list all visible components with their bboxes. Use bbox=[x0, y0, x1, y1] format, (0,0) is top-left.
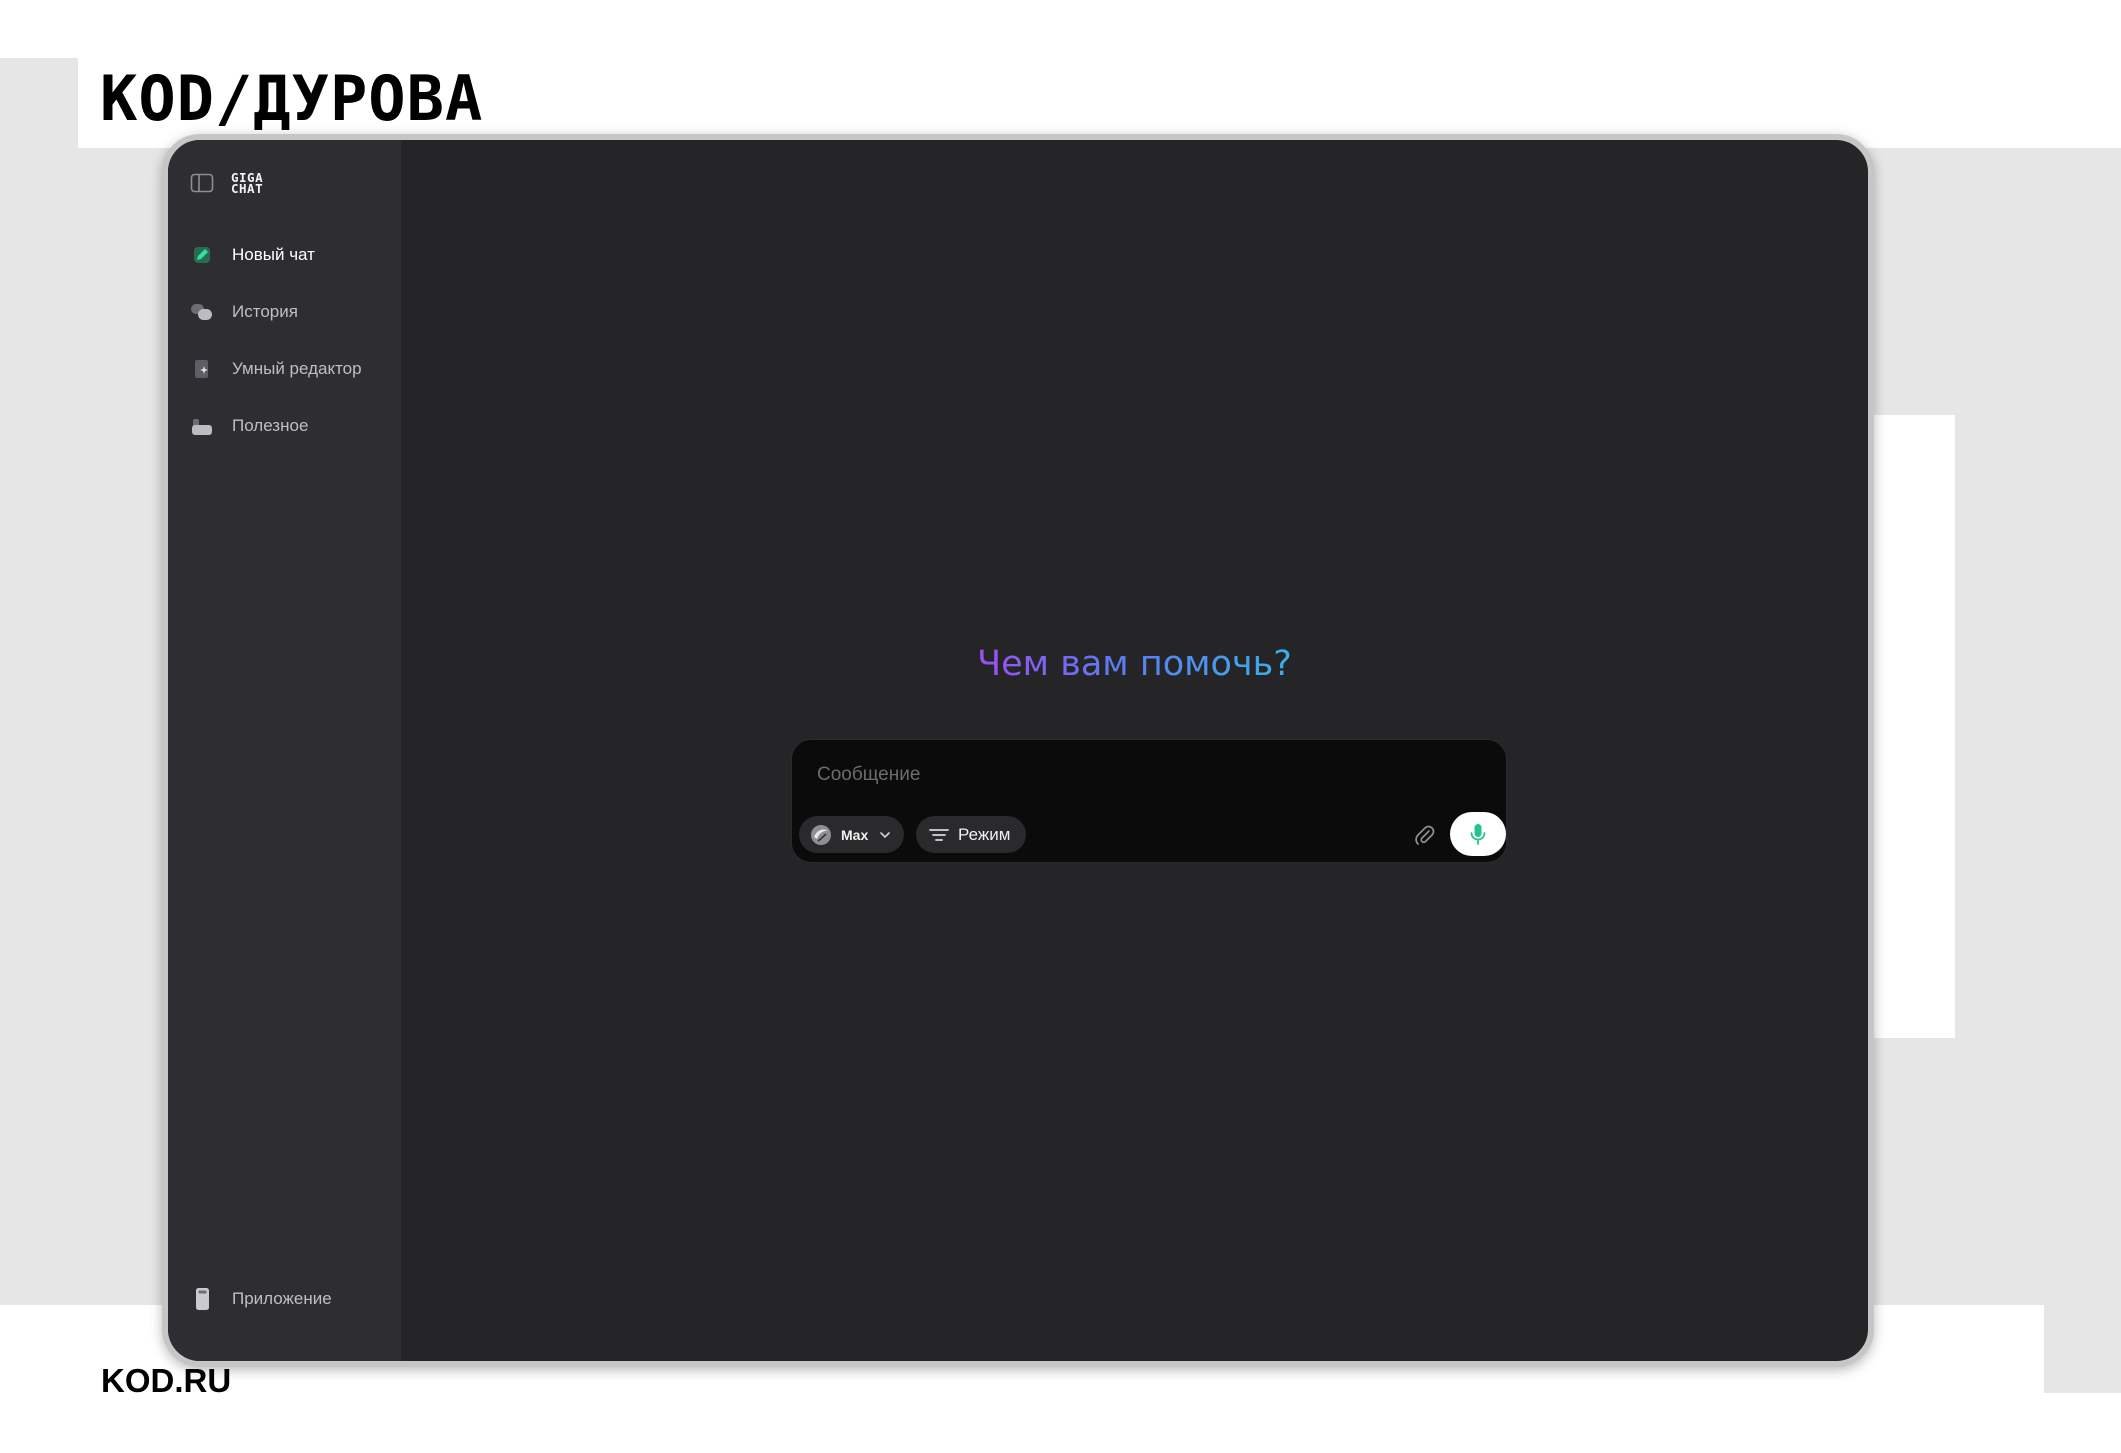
message-input[interactable] bbox=[815, 763, 1379, 787]
app-logo-bottom: CHAT bbox=[231, 181, 264, 196]
background-white-panel bbox=[1860, 415, 1955, 1038]
sidebar-item-new-chat[interactable]: Новый чат bbox=[168, 226, 401, 283]
brand-logo: KOD/ДУРОВА bbox=[100, 62, 484, 135]
chat-bubbles-icon bbox=[190, 300, 214, 324]
message-composer: Max Режим bbox=[791, 739, 1507, 863]
voice-input-button[interactable] bbox=[1450, 812, 1506, 856]
sidebar-panel-icon bbox=[190, 173, 214, 193]
sidebar-item-smart-editor[interactable]: Умный редактор bbox=[168, 340, 401, 397]
app-window: GIGA CHAT Новый чат История Умный редакт… bbox=[162, 134, 1874, 1367]
smart-document-icon bbox=[190, 357, 214, 381]
footer-site-link[interactable]: KOD.RU bbox=[101, 1362, 231, 1400]
sidebar-item-history[interactable]: История bbox=[168, 283, 401, 340]
sidebar-header: GIGA CHAT bbox=[190, 171, 264, 196]
model-label: Max bbox=[841, 826, 869, 843]
sidebar-item-label: История bbox=[232, 301, 298, 321]
sidebar-item-label: Новый чат bbox=[232, 244, 315, 264]
sidebar-item-useful[interactable]: Полезное bbox=[168, 397, 401, 454]
phone-icon bbox=[190, 1287, 214, 1311]
greeting-text: Чем вам помочь? bbox=[977, 644, 1292, 684]
sidebar-item-label: Приложение bbox=[232, 1288, 332, 1308]
model-selector[interactable]: Max bbox=[799, 816, 904, 853]
sidebar: GIGA CHAT Новый чат История Умный редакт… bbox=[168, 140, 401, 1361]
sidebar-item-label: Умный редактор bbox=[232, 358, 362, 378]
sidebar-toggle-button[interactable] bbox=[190, 173, 214, 193]
sidebar-item-app[interactable]: Приложение bbox=[168, 1270, 423, 1327]
app-logo[interactable]: GIGA CHAT bbox=[231, 171, 264, 196]
mode-button[interactable]: Режим bbox=[916, 816, 1026, 853]
greeting-heading: Чем вам помочь? bbox=[401, 647, 1868, 682]
model-swirl-icon bbox=[811, 824, 831, 845]
sidebar-nav: Новый чат История Умный редактор Полезно… bbox=[168, 226, 401, 454]
pencil-icon bbox=[190, 243, 214, 267]
paperclip-icon bbox=[1415, 825, 1435, 845]
attach-button[interactable] bbox=[1412, 823, 1438, 849]
sidebar-item-label: Полезное bbox=[232, 415, 309, 435]
filter-lines-icon bbox=[929, 828, 949, 841]
chevron-down-icon bbox=[880, 831, 891, 838]
microphone-icon bbox=[1470, 824, 1486, 845]
background-gray-block bbox=[0, 58, 78, 1305]
mode-label: Режим bbox=[958, 824, 1011, 844]
background-gray-block bbox=[2044, 1305, 2121, 1393]
useful-folder-icon bbox=[190, 414, 214, 438]
